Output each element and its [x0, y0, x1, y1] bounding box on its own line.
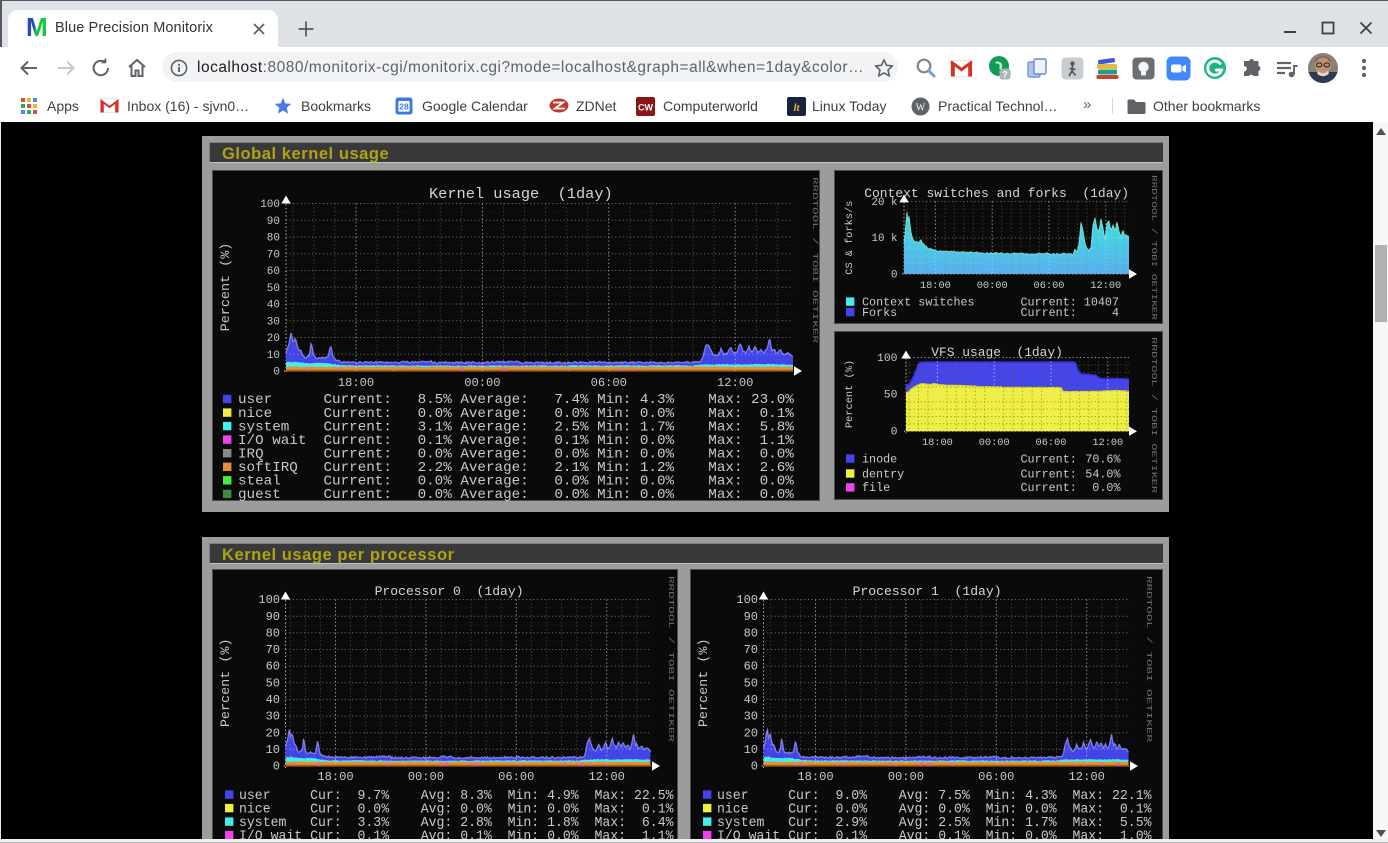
svg-text:0: 0 [751, 760, 758, 774]
svg-text:80: 80 [744, 626, 758, 640]
svg-text:18:00: 18:00 [338, 376, 374, 390]
svg-text:20 k: 20 k [872, 197, 898, 209]
svg-text:12:00: 12:00 [1069, 770, 1105, 784]
svg-text:?: ? [1002, 70, 1008, 80]
svg-text:Current:: Current: [1021, 468, 1077, 481]
svg-text:file: file [862, 482, 890, 495]
svg-text:60: 60 [266, 660, 280, 674]
svg-text:0: 0 [891, 427, 898, 439]
svg-text:18:00: 18:00 [797, 770, 833, 784]
svg-text:40: 40 [266, 693, 280, 707]
svg-text:10: 10 [267, 350, 280, 362]
svg-text:12:00: 12:00 [589, 770, 625, 784]
svg-text:30: 30 [744, 710, 758, 724]
svg-text:60: 60 [744, 660, 758, 674]
svg-text:30: 30 [267, 316, 280, 328]
svg-text:Current:: Current: [1021, 307, 1077, 320]
svg-text:100: 100 [260, 199, 280, 211]
svg-text:RRDTOOL / TOBI OETIKER: RRDTOOL / TOBI OETIKER [810, 177, 818, 344]
svg-text:90: 90 [267, 216, 280, 228]
svg-text:06:00: 06:00 [1036, 437, 1067, 449]
svg-text:20: 20 [267, 333, 280, 345]
svg-text:00:00: 00:00 [977, 280, 1008, 292]
svg-text:CW: CW [638, 103, 653, 113]
svg-text:Forks: Forks [862, 307, 897, 320]
svg-text:80: 80 [267, 233, 280, 245]
svg-text:RRDTOOL / TOBI OETIKER: RRDTOOL / TOBI OETIKER [1149, 337, 1157, 494]
svg-text:Percent (%): Percent (%) [219, 243, 233, 332]
svg-text:90: 90 [744, 610, 758, 624]
svg-text:10: 10 [744, 743, 758, 757]
svg-text:40: 40 [744, 693, 758, 707]
svg-text:70: 70 [266, 643, 280, 657]
svg-text:Processor 1 (1day): Processor 1 (1day) [853, 584, 1002, 599]
svg-text:RRDTOOL / TOBI OETIKER: RRDTOOL / TOBI OETIKER [1144, 576, 1152, 743]
svg-text:06:00: 06:00 [978, 770, 1014, 784]
svg-text:RRDTOOL / TOBI OETIKER: RRDTOOL / TOBI OETIKER [1149, 175, 1157, 321]
svg-text:06:00: 06:00 [1034, 280, 1065, 292]
svg-text:100: 100 [258, 593, 280, 607]
svg-text:VFS usage (1day): VFS usage (1day) [931, 345, 1063, 360]
svg-text:80: 80 [266, 626, 280, 640]
svg-text:60: 60 [267, 266, 280, 278]
svg-text:CS & forks/s: CS & forks/s [844, 201, 856, 275]
svg-text:0.0%: 0.0% [1092, 482, 1120, 495]
svg-text:RRDTOOL / TOBI OETIKER: RRDTOOL / TOBI OETIKER [666, 576, 674, 743]
svg-text:lt: lt [793, 102, 800, 114]
svg-text:28: 28 [399, 101, 409, 111]
svg-text:40: 40 [267, 300, 280, 312]
svg-text:Current:: Current: [1021, 482, 1077, 495]
svg-text:10: 10 [266, 743, 280, 757]
svg-text:Current:: Current: [1021, 453, 1077, 466]
svg-text:18:00: 18:00 [922, 437, 953, 449]
svg-text:06:00: 06:00 [591, 376, 627, 390]
svg-text:00:00: 00:00 [464, 376, 500, 390]
svg-text:50: 50 [884, 390, 898, 402]
svg-text:Percent (%): Percent (%) [697, 638, 711, 727]
svg-text:100: 100 [736, 593, 758, 607]
svg-text:54.0%: 54.0% [1085, 468, 1120, 481]
svg-text:00:00: 00:00 [979, 437, 1010, 449]
svg-text:0: 0 [891, 269, 898, 281]
svg-text:50: 50 [266, 676, 280, 690]
svg-text:10 k: 10 k [872, 233, 898, 245]
svg-text:70: 70 [267, 249, 280, 261]
svg-text:0: 0 [273, 367, 280, 379]
svg-text:12:00: 12:00 [1092, 437, 1123, 449]
svg-text:18:00: 18:00 [920, 280, 951, 292]
svg-text:20: 20 [744, 726, 758, 740]
svg-text:Processor 0 (1day): Processor 0 (1day) [375, 584, 524, 599]
svg-text:100: 100 [877, 353, 898, 365]
svg-text:12:00: 12:00 [717, 376, 753, 390]
svg-text:90: 90 [266, 610, 280, 624]
svg-text:inode: inode [862, 453, 897, 466]
svg-text:50: 50 [744, 676, 758, 690]
svg-text:00:00: 00:00 [408, 770, 444, 784]
svg-text:W: W [916, 103, 926, 114]
svg-text:20: 20 [266, 726, 280, 740]
svg-text:0: 0 [273, 760, 280, 774]
svg-text:70.6%: 70.6% [1085, 453, 1120, 466]
svg-text:Percent (%): Percent (%) [844, 360, 856, 428]
svg-text:30: 30 [266, 710, 280, 724]
svg-text:00:00: 00:00 [888, 770, 924, 784]
svg-text:50: 50 [267, 283, 280, 295]
svg-text:4: 4 [1112, 307, 1119, 320]
svg-text:Context switches and forks (1: Context switches and forks (1day) [864, 186, 1129, 201]
svg-text:M: M [26, 15, 48, 39]
svg-text:guest Current: 0.0% Aver: guest Current: 0.0% Average: 0.0% Min: 0… [238, 487, 794, 502]
svg-text:12:00: 12:00 [1090, 280, 1121, 292]
svg-text:Percent (%): Percent (%) [219, 638, 233, 727]
svg-text:06:00: 06:00 [498, 770, 534, 784]
svg-text:Kernel usage (1day): Kernel usage (1day) [429, 186, 613, 203]
svg-text:18:00: 18:00 [317, 770, 353, 784]
svg-text:70: 70 [744, 643, 758, 657]
svg-text:dentry: dentry [862, 468, 904, 481]
